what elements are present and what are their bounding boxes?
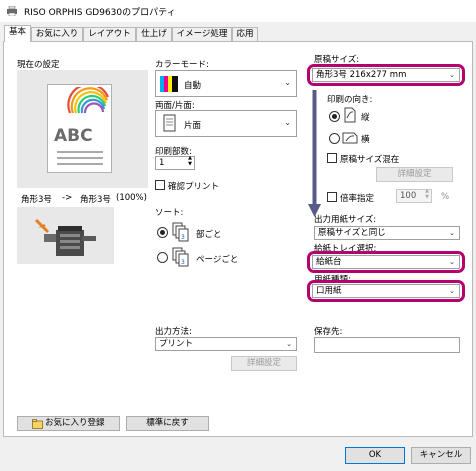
mixed-sizes-detail-button[interactable]: 詳細設定 (376, 167, 453, 182)
output-method-value: プリント (159, 339, 194, 349)
sort-by-page-icon: 3 (172, 247, 189, 267)
spin-arrows-icon[interactable]: ▲ ▼ (188, 155, 192, 167)
tab-finishing[interactable]: 仕上げ (136, 27, 172, 41)
chevron-down-icon: ⌄ (284, 78, 291, 87)
color-arc-icon (67, 87, 110, 114)
restore-default-button[interactable]: 標準に戻す (126, 416, 209, 431)
orientation-landscape-radio[interactable] (329, 133, 340, 144)
output-method-label: 出力方法: (155, 327, 192, 337)
color-mode-value: 自動 (184, 81, 202, 91)
color-mode-icon (160, 76, 178, 92)
svg-text:3: 3 (181, 234, 185, 241)
zoom-stepper[interactable]: 100 ▲ ▼ (396, 188, 432, 203)
preview-arrow: -> (62, 193, 73, 203)
preview-area: ABC (17, 70, 148, 188)
portrait-page-icon (344, 107, 356, 123)
svg-text:3: 3 (181, 259, 185, 266)
paper-type-value: 口用紙 (316, 286, 342, 296)
printer-image-area (17, 207, 114, 264)
preview-line (57, 151, 103, 153)
save-to-field[interactable] (314, 337, 460, 353)
single-sided-icon (163, 114, 176, 132)
zoom-label: 倍率指定 (340, 194, 375, 204)
tab-advanced[interactable]: 応用 (232, 27, 258, 41)
paper-tray-select[interactable]: 給紙台 ⌄ (312, 255, 460, 269)
zoom-unit: % (441, 192, 450, 202)
chevron-down-icon: ⌄ (449, 229, 455, 237)
window-title: RISO ORPHIS GD9630のプロパティ (24, 8, 176, 18)
chevron-down-icon: ⌄ (449, 287, 455, 295)
duplex-value: 片面 (184, 121, 202, 131)
output-paper-size-select[interactable]: 原稿サイズと同じ ⌄ (314, 226, 460, 240)
printer-machine-icon (34, 218, 96, 256)
orientation-landscape-label: 横 (361, 135, 370, 145)
original-size-value: 角形3号 216x277 mm (316, 70, 407, 80)
original-size-select[interactable]: 角形3号 216x277 mm ⌄ (312, 68, 460, 82)
tab-favorites[interactable]: お気に入り (31, 27, 83, 41)
tab-image-processing[interactable]: イメージ処理 (172, 27, 232, 41)
tab-layout[interactable]: レイアウト (83, 27, 136, 41)
chevron-down-icon: ⌄ (286, 340, 292, 348)
sort-by-copy-radio[interactable] (157, 227, 168, 238)
zoom-checkbox[interactable] (327, 192, 337, 202)
orientation-portrait-label: 縦 (361, 113, 370, 123)
printer-icon (7, 6, 17, 16)
landscape-page-icon (342, 132, 358, 144)
orientation-portrait-radio[interactable] (329, 111, 340, 122)
sort-label: ソート: (155, 208, 184, 218)
sort-by-page-label: ページごと (196, 255, 239, 265)
cancel-button[interactable]: キャンセル (411, 447, 471, 464)
save-to-label: 保存先: (314, 327, 343, 337)
output-method-select[interactable]: プリント ⌄ (155, 337, 297, 351)
flow-arrow-icon (308, 90, 321, 217)
title-bar: RISO ORPHIS GD9630のプロパティ (0, 0, 476, 22)
sort-by-page-radio[interactable] (157, 252, 168, 263)
output-paper-size-value: 原稿サイズと同じ (318, 228, 386, 238)
mixed-sizes-label: 原稿サイズ混在 (340, 155, 400, 165)
copies-stepper[interactable]: 1 ▲ ▼ (155, 155, 195, 170)
tab-basic[interactable]: 基本 (4, 25, 31, 42)
proof-print-checkbox[interactable] (155, 180, 165, 190)
preview-sample-text: ABC (54, 126, 93, 146)
orientation-label: 印刷の向き: (327, 95, 373, 105)
paper-preview: ABC (47, 84, 112, 173)
zoom-value: 100 (400, 191, 417, 201)
favorite-folder-icon (32, 419, 43, 429)
copies-value: 1 (159, 158, 165, 168)
current-settings-heading: 現在の設定 (17, 60, 60, 70)
output-paper-size-label: 出力用紙サイズ: (314, 215, 377, 225)
add-favorite-label: お気に入り登録 (45, 418, 105, 428)
chevron-down-icon: ⌄ (449, 71, 455, 79)
color-mode-label: カラーモード: (155, 60, 209, 70)
ok-button[interactable]: OK (345, 447, 405, 464)
spin-arrows-icon[interactable]: ▲ ▼ (425, 188, 429, 200)
sort-by-copy-label: 部ごと (196, 230, 222, 240)
chevron-down-icon: ⌄ (449, 258, 455, 266)
preview-line (57, 163, 103, 165)
paper-tray-value: 給紙台 (316, 257, 342, 267)
add-favorite-button[interactable]: お気に入り登録 (17, 416, 120, 431)
proof-print-label: 確認プリント (168, 182, 220, 192)
preview-original-size: 角形3号 (21, 195, 52, 205)
preview-scale: (100%) (116, 193, 147, 203)
sort-by-copy-icon: 3 (172, 222, 189, 242)
preview-output-size: 角形3号 (80, 195, 111, 205)
color-mode-select[interactable]: 自動 ⌄ (155, 70, 297, 97)
mixed-sizes-checkbox[interactable] (327, 153, 337, 163)
paper-type-select[interactable]: 口用紙 ⌄ (312, 284, 460, 298)
output-method-detail-button[interactable]: 詳細設定 (231, 356, 297, 371)
duplex-select[interactable]: 片面 ⌄ (155, 110, 297, 137)
chevron-down-icon: ⌄ (284, 118, 291, 127)
preview-line (57, 157, 103, 159)
